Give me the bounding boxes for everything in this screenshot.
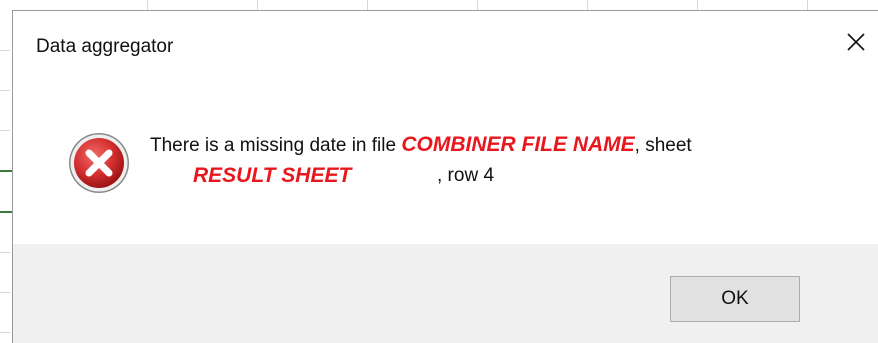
grid-line bbox=[0, 292, 10, 293]
ok-button[interactable]: OK bbox=[670, 276, 800, 322]
close-button[interactable] bbox=[834, 23, 878, 61]
row-text: , row 4 bbox=[437, 165, 495, 186]
grid-line bbox=[0, 90, 10, 91]
error-icon bbox=[67, 131, 131, 195]
selection-marker bbox=[0, 211, 12, 213]
grid-line bbox=[0, 130, 10, 131]
grid-line bbox=[0, 332, 10, 333]
grid-line bbox=[807, 0, 808, 10]
grid-line bbox=[367, 0, 368, 10]
grid-line bbox=[0, 252, 10, 253]
close-icon bbox=[847, 33, 865, 51]
sheet-word: , sheet bbox=[634, 135, 692, 156]
file-name-highlight: COMBINER FILE NAME bbox=[401, 133, 635, 156]
dialog-title: Data aggregator bbox=[36, 36, 174, 57]
message-line-2: RESULT SHEET , row 4 bbox=[150, 161, 850, 191]
error-message: There is a missing date in file COMBINER… bbox=[150, 130, 850, 187]
grid-line bbox=[587, 0, 588, 10]
dialog-footer: OK bbox=[13, 244, 878, 343]
message-prefix: There is a missing date in file bbox=[150, 135, 402, 156]
grid-line bbox=[257, 0, 258, 10]
grid-line bbox=[477, 0, 478, 10]
error-dialog: Data aggregator There is a missing date … bbox=[12, 10, 878, 343]
spreadsheet-backdrop: Data aggregator There is a missing date … bbox=[0, 0, 878, 343]
grid-line bbox=[697, 0, 698, 10]
grid-line bbox=[147, 0, 148, 10]
dialog-titlebar[interactable]: Data aggregator bbox=[13, 11, 878, 73]
grid-line bbox=[0, 50, 10, 51]
sheet-name-highlight: RESULT SHEET bbox=[193, 164, 352, 187]
selection-marker bbox=[0, 170, 12, 172]
message-line-1: There is a missing date in file COMBINER… bbox=[150, 130, 850, 160]
